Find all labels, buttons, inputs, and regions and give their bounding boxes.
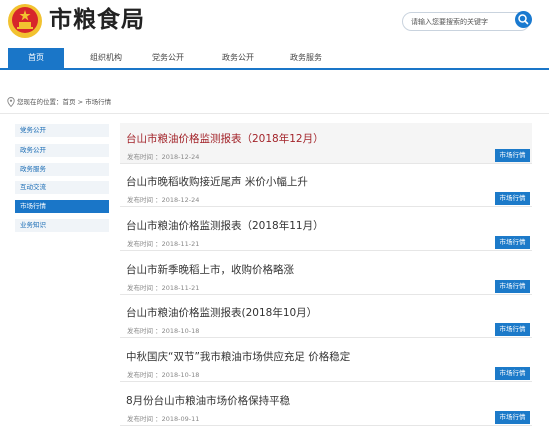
sidebar-item-government-affairs[interactable]: 政务公开 — [15, 144, 109, 157]
sidebar-item-interaction[interactable]: 互动交流 — [15, 181, 109, 194]
article-date: 发布时间 ：2018-10-18 — [127, 371, 200, 379]
sidebar-item-market[interactable]: 市场行情 — [15, 200, 109, 213]
search-icon — [518, 14, 529, 25]
article-title[interactable]: 中秋国庆“双节”我市粮油市场供应充足 价格稳定 — [126, 349, 350, 364]
category-tag-button[interactable]: 市场行情 — [495, 192, 530, 205]
category-tag-button[interactable]: 市场行情 — [495, 323, 530, 336]
article-date: 发布时间 ：2018-11-21 — [127, 284, 200, 292]
breadcrumb: 您现在的位置：首页 > 市场行情 — [17, 98, 112, 106]
site-title[interactable]: 市粮食局 — [49, 6, 145, 34]
article-title[interactable]: 台山市晚稻收购接近尾声 米价小幅上升 — [126, 174, 308, 189]
list-item[interactable]: 台山市粮油价格监测报表(2018年10月） 发布时间 ：2018-10-18 市… — [120, 297, 532, 338]
list-item[interactable]: 台山市新季晚稻上市，收购价格略涨 发布时间 ：2018-11-21 市场行情 — [120, 254, 532, 295]
article-title[interactable]: 台山市粮油价格监测报表（2018年12月） — [126, 131, 324, 146]
category-tag-button[interactable]: 市场行情 — [495, 411, 530, 424]
article-date: 发布时间 ：2018-09-11 — [127, 415, 200, 423]
national-emblem-icon — [8, 4, 42, 38]
site-header: 市粮食局 — [0, 0, 549, 48]
article-title[interactable]: 台山市粮油价格监测报表(2018年10月） — [126, 305, 317, 320]
sidebar-item-government-services[interactable]: 政务服务 — [15, 163, 109, 176]
category-tag-button[interactable]: 市场行情 — [495, 236, 530, 249]
divider — [0, 113, 549, 114]
article-title[interactable]: 台山市新季晚稻上市，收购价格略涨 — [126, 262, 294, 277]
nav-government-services[interactable]: 政务服务 — [278, 48, 334, 68]
search-button[interactable] — [515, 11, 532, 28]
category-tag-button[interactable]: 市场行情 — [495, 149, 530, 162]
article-date: 发布时间 ：2018-11-21 — [127, 240, 200, 248]
sidebar-item-party-affairs[interactable]: 党务公开 — [15, 124, 109, 137]
location-pin-icon — [7, 97, 15, 107]
list-item[interactable]: 台山市晚稻收购接近尾声 米价小幅上升 发布时间 ：2018-12-24 市场行情 — [120, 166, 532, 207]
article-date: 发布时间 ：2018-12-24 — [127, 153, 200, 161]
search-box — [402, 12, 530, 31]
article-title[interactable]: 台山市粮油价格监测报表（2018年11月） — [126, 218, 324, 233]
list-item[interactable]: 中秋国庆“双节”我市粮油市场供应充足 价格稳定 发布时间 ：2018-10-18… — [120, 341, 532, 382]
article-date: 发布时间 ：2018-10-18 — [127, 327, 200, 335]
list-item[interactable]: 台山市粮油价格监测报表（2018年11月） 发布时间 ：2018-11-21 市… — [120, 210, 532, 251]
article-title[interactable]: 8月份台山市粮油市场价格保持平稳 — [126, 393, 290, 408]
category-tag-button[interactable]: 市场行情 — [495, 280, 530, 293]
article-date: 发布时间 ：2018-12-24 — [127, 196, 200, 204]
list-item[interactable]: 台山市粮油价格监测报表（2018年12月） 发布时间 ：2018-12-24 市… — [120, 123, 532, 164]
category-tag-button[interactable]: 市场行情 — [495, 367, 530, 380]
nav-party-affairs[interactable]: 党务公开 — [140, 48, 196, 68]
sidebar-item-knowledge[interactable]: 业务知识 — [15, 219, 109, 232]
main-nav: 首页 组织机构 党务公开 政务公开 政务服务 — [0, 48, 549, 70]
list-item[interactable]: 8月份台山市粮油市场价格保持平稳 发布时间 ：2018-09-11 市场行情 — [120, 385, 532, 426]
nav-organization[interactable]: 组织机构 — [78, 48, 134, 68]
search-input[interactable] — [411, 13, 511, 30]
nav-government-affairs[interactable]: 政务公开 — [210, 48, 266, 68]
nav-home[interactable]: 首页 — [8, 48, 64, 68]
